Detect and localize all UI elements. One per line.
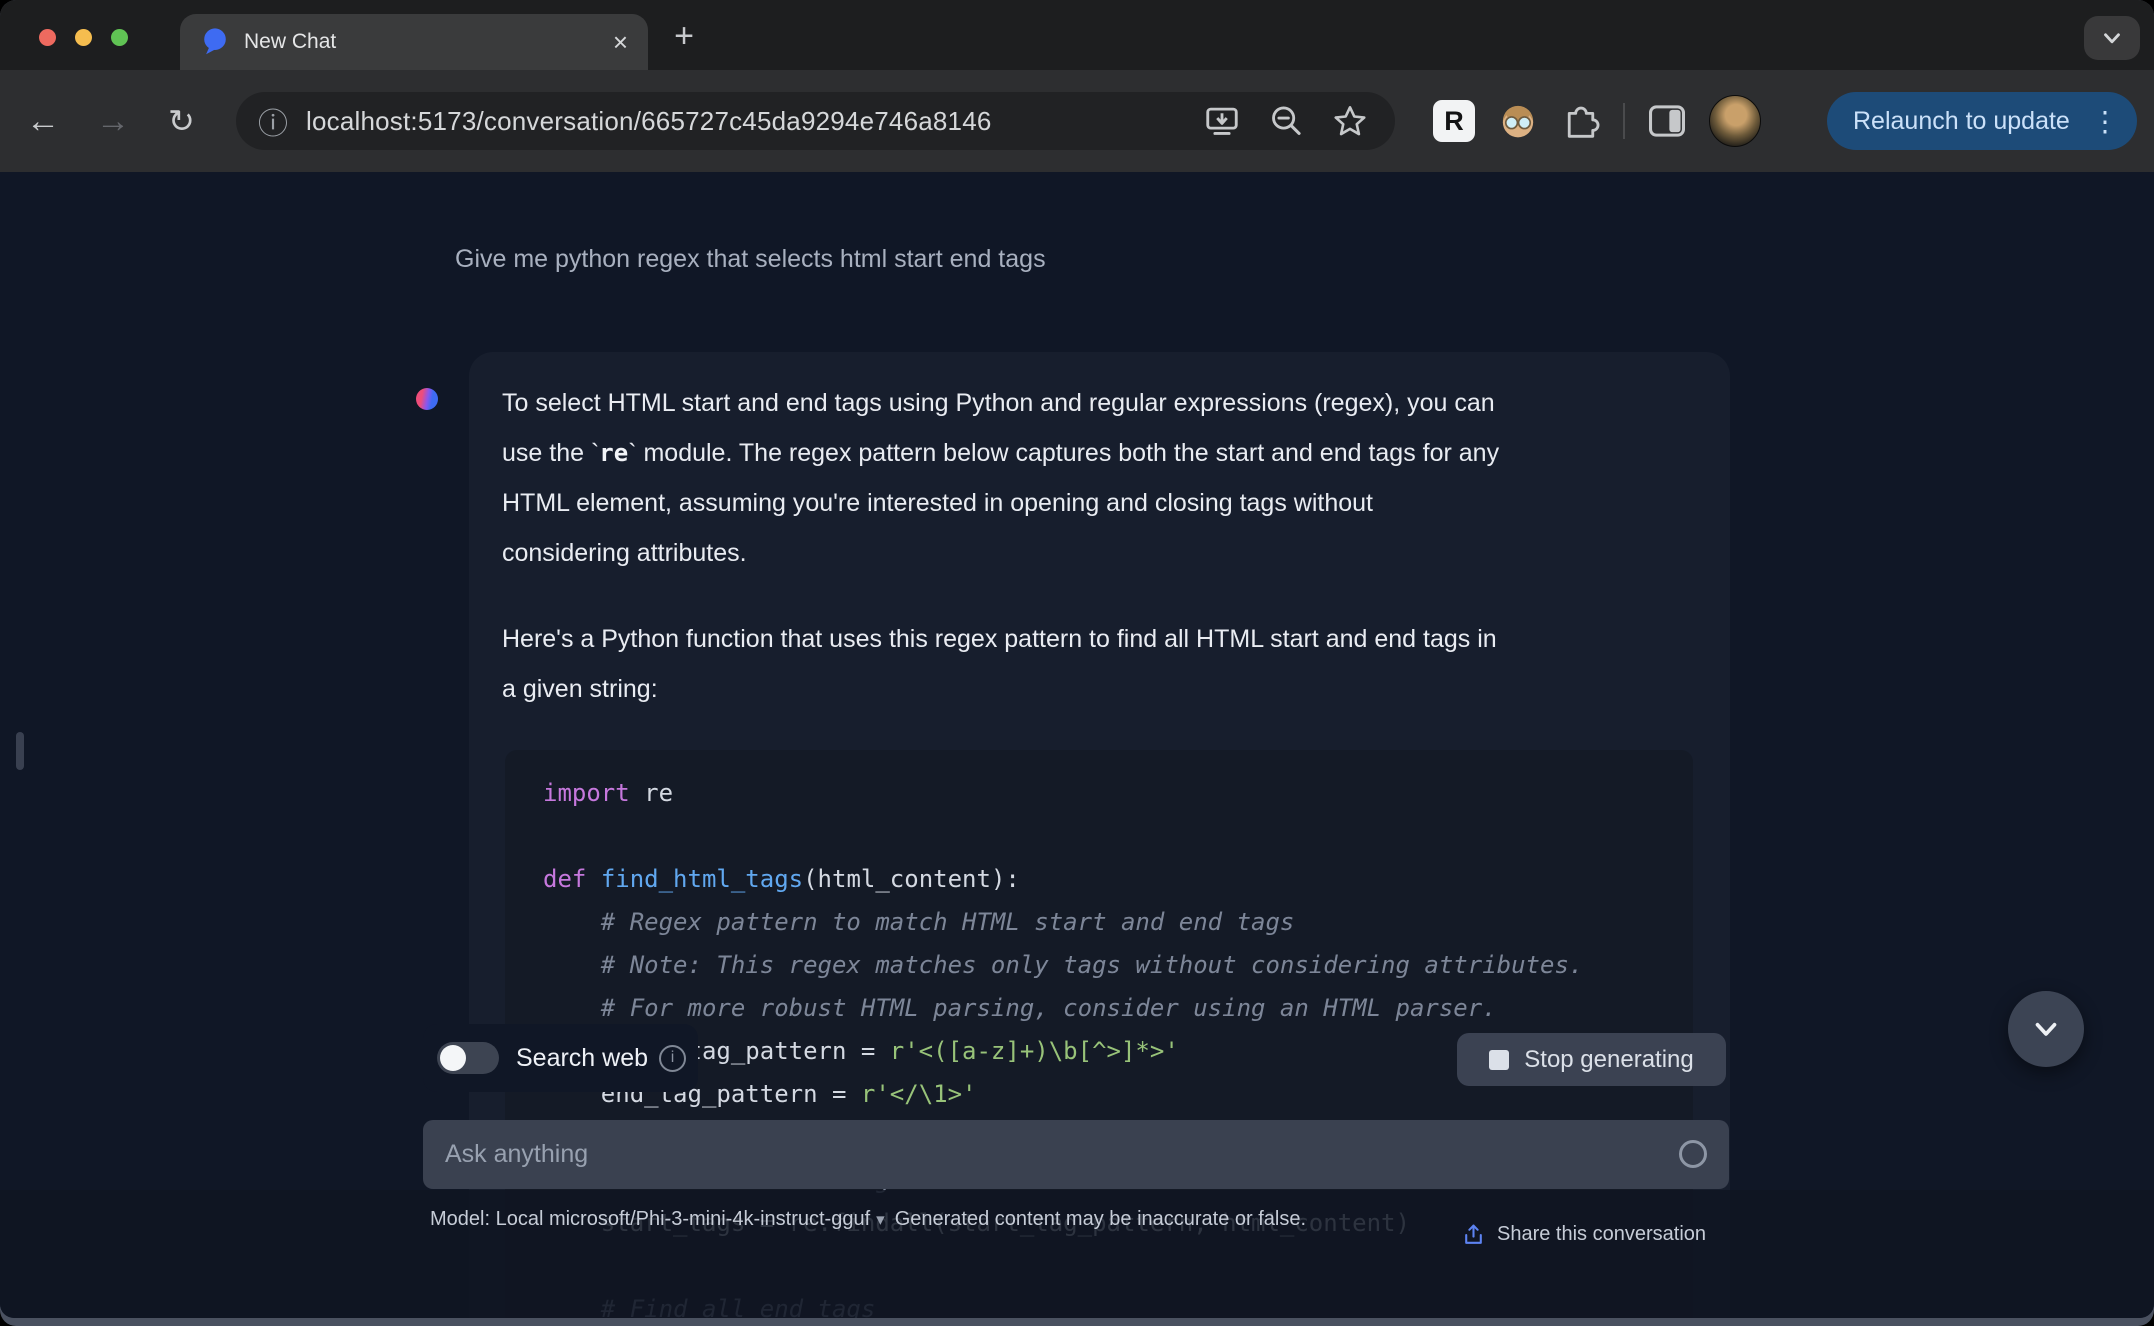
reload-button[interactable]: ↻ — [168, 70, 195, 172]
tab-new-chat[interactable]: New Chat × — [180, 14, 648, 70]
close-window-button[interactable] — [39, 29, 56, 46]
share-conversation-label: Share this conversation — [1497, 1223, 1707, 1245]
new-tab-button[interactable]: + — [662, 16, 706, 56]
minimize-window-button[interactable] — [75, 29, 92, 46]
bookmark-star-icon[interactable] — [1331, 102, 1369, 140]
relaunch-label: Relaunch to update — [1853, 106, 2070, 135]
url-text[interactable]: localhost:5173/conversation/665727c45da9… — [306, 106, 992, 137]
zoom-out-icon[interactable] — [1267, 102, 1305, 140]
chat-page: Give me python regex that selects html s… — [0, 172, 2154, 1318]
paragraph-line: To select HTML start and end tags using … — [502, 389, 1495, 417]
stop-generating-label: Stop generating — [1524, 1045, 1694, 1073]
paragraph-line: Here's a Python function that uses this … — [502, 625, 1497, 653]
chrome-menu-dots-icon[interactable]: ⋮ — [2091, 105, 2119, 138]
search-web-info-icon[interactable]: i — [659, 1044, 687, 1072]
address-bar[interactable]: ⓘ localhost:5173/conversation/665727c45d… — [236, 92, 1395, 150]
ask-anything-placeholder: Ask anything — [445, 1140, 589, 1168]
forward-button[interactable]: → — [96, 70, 130, 172]
chat-bubble-favicon — [204, 28, 226, 55]
paragraph-line: use the `re` module. The regex pattern b… — [502, 439, 1500, 467]
assistant-message-text: To select HTML start and end tags using … — [469, 352, 1730, 714]
extension-face-icon[interactable] — [1497, 100, 1539, 142]
share-conversation-button[interactable]: Share this conversation — [1461, 1222, 1706, 1247]
disclaimer-text: Generated content may be inaccurate or f… — [894, 1208, 1307, 1230]
toolbar-divider — [1623, 103, 1625, 139]
window-controls — [39, 29, 128, 46]
profile-avatar[interactable] — [1709, 95, 1761, 147]
stop-square-icon — [1489, 1049, 1510, 1070]
back-button[interactable]: ← — [26, 70, 60, 172]
browser-toolbar: ← → ↻ ⓘ localhost:5173/conversation/6657… — [0, 70, 2154, 172]
share-upload-icon — [1465, 1224, 1482, 1244]
assistant-avatar — [416, 388, 438, 410]
paragraph-line: considering attributes. — [502, 539, 747, 567]
browser-window: New Chat × + ← → ↻ ⓘ localhost:5173/conv… — [0, 0, 2154, 1326]
search-web-toggle[interactable] — [437, 1042, 499, 1074]
model-name: Model: Local microsoft/Phi-3-mini-4k-ins… — [430, 1208, 871, 1230]
search-web-label: Search web — [516, 1043, 649, 1072]
chevron-down-icon — [2035, 1022, 2057, 1036]
loading-spinner-icon — [1679, 1140, 1707, 1168]
inline-code-re: re — [599, 439, 629, 467]
fullscreen-window-button[interactable] — [111, 29, 128, 46]
extension-r-icon[interactable]: R — [1433, 100, 1475, 142]
sidebar-drag-handle[interactable] — [16, 732, 24, 770]
paragraph-line: a given string: — [502, 675, 658, 703]
search-web-panel: Search web i — [423, 1024, 698, 1092]
site-info-icon[interactable]: ⓘ — [258, 99, 288, 143]
tab-strip: New Chat × + — [0, 0, 2154, 70]
ask-anything-input[interactable]: Ask anything — [423, 1120, 1729, 1189]
side-panel-icon[interactable] — [1647, 103, 1687, 139]
chevron-down-icon — [2104, 33, 2120, 44]
user-message: Give me python regex that selects html s… — [455, 245, 1046, 273]
install-app-icon[interactable] — [1203, 102, 1241, 140]
toggle-knob — [440, 1045, 466, 1071]
model-dropdown-caret-icon[interactable]: ▾ — [876, 1210, 885, 1229]
paragraph-line: HTML element, assuming you're interested… — [502, 489, 1373, 517]
tab-title: New Chat — [244, 30, 337, 53]
model-disclaimer: Model: Local microsoft/Phi-3-mini-4k-ins… — [430, 1204, 1335, 1235]
relaunch-to-update-button[interactable]: Relaunch to update ⋮ — [1827, 92, 2137, 150]
tab-search-button[interactable] — [2084, 16, 2140, 60]
tab-close-icon[interactable]: × — [613, 29, 628, 55]
scroll-to-bottom-button[interactable] — [2008, 991, 2084, 1067]
stop-generating-button[interactable]: Stop generating — [1457, 1033, 1726, 1086]
extensions-puzzle-icon[interactable] — [1561, 101, 1601, 141]
